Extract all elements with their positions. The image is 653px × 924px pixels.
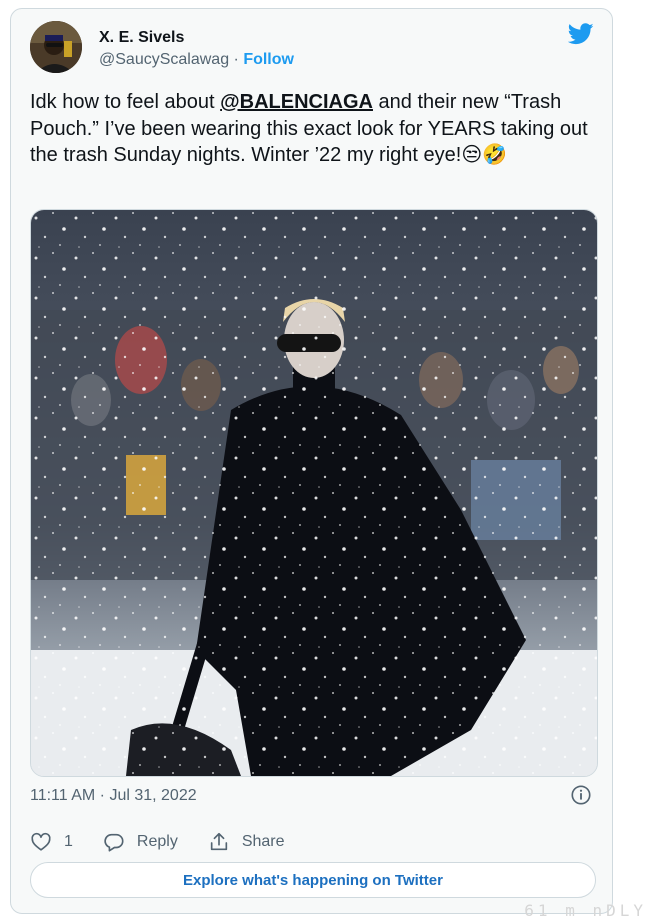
info-icon[interactable] bbox=[570, 784, 592, 806]
watermark: 61 m nDLY bbox=[524, 901, 647, 920]
separator: · bbox=[229, 51, 244, 68]
reply-label: Reply bbox=[136, 833, 178, 850]
tweet-text: Idk how to feel about @BALENCIAGA and th… bbox=[30, 89, 600, 169]
share-label: Share bbox=[241, 833, 285, 850]
heart-icon bbox=[31, 832, 51, 851]
like-count: 1 bbox=[64, 833, 73, 850]
tweet-text-before: Idk how to feel about bbox=[30, 91, 221, 113]
emojis: 😒🤣 bbox=[461, 144, 508, 166]
handle-line: @SaucyScalawag · Follow bbox=[99, 51, 294, 69]
explore-button[interactable]: Explore what's happening on Twitter bbox=[30, 862, 596, 898]
tweet-card: X. E. Sivels @SaucyScalawag · Follow Idk… bbox=[10, 8, 613, 914]
like-button[interactable]: 1 bbox=[30, 831, 73, 853]
timestamp[interactable]: 11:11 AM · Jul 31, 2022 bbox=[30, 787, 197, 805]
reply-button[interactable]: Reply bbox=[103, 831, 178, 853]
mention-link[interactable]: @BALENCIAGA bbox=[220, 91, 373, 113]
display-name[interactable]: X. E. Sivels bbox=[99, 29, 184, 47]
action-bar: 1 Reply Share bbox=[30, 831, 315, 853]
follow-button[interactable]: Follow bbox=[243, 51, 294, 68]
twitter-bird-icon[interactable] bbox=[568, 23, 594, 45]
share-icon bbox=[210, 832, 227, 851]
handle[interactable]: @SaucyScalawag bbox=[99, 51, 229, 68]
reply-bubble-icon bbox=[104, 833, 124, 852]
tweet-photo[interactable] bbox=[30, 209, 598, 777]
avatar[interactable] bbox=[30, 21, 82, 73]
share-button[interactable]: Share bbox=[208, 831, 285, 853]
